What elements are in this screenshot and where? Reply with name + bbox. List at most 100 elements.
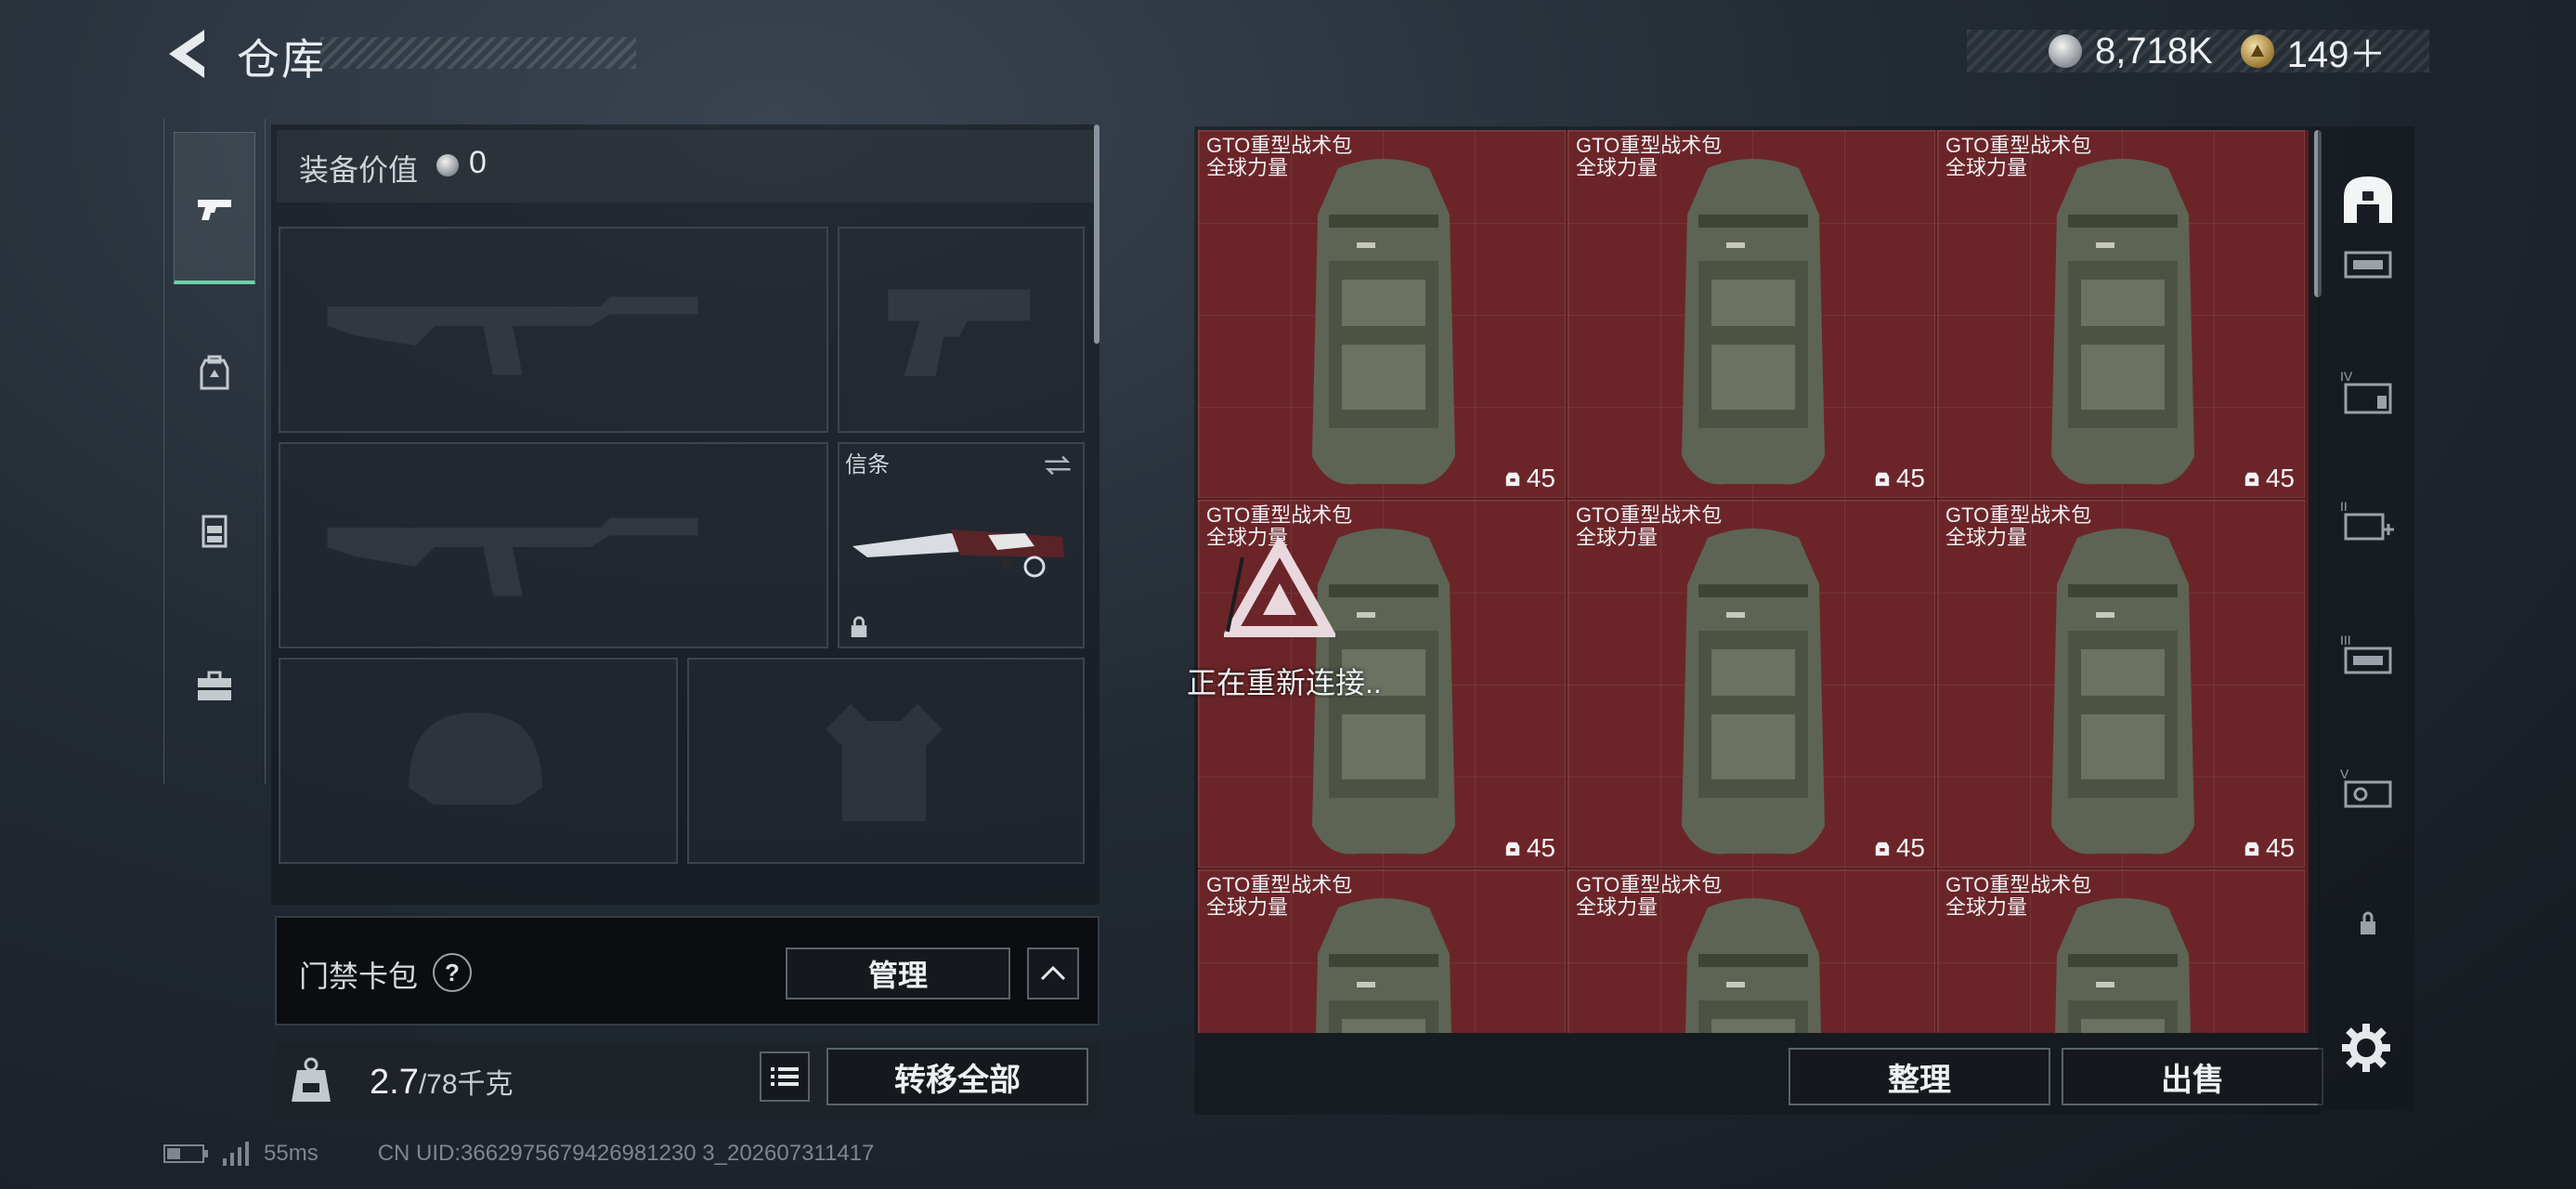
item-brand: 全球力量 bbox=[1945, 156, 2028, 179]
armor-icon bbox=[826, 704, 943, 821]
svg-text:III: III bbox=[2340, 633, 2351, 647]
back-arrow-icon bbox=[169, 30, 204, 78]
backpack-capacity-icon bbox=[1875, 472, 1890, 487]
weight-display: 2.7/78千克 bbox=[370, 1061, 514, 1103]
battery-icon bbox=[163, 1144, 208, 1163]
reconnecting-logo-icon bbox=[1221, 534, 1338, 641]
sidearm-slot[interactable] bbox=[838, 227, 1085, 433]
storage-tab-5[interactable]: V bbox=[2333, 754, 2403, 825]
storage-item[interactable]: GTO重型战术包 全球力量 45 bbox=[1568, 500, 1935, 868]
help-button[interactable]: ? bbox=[433, 953, 472, 992]
pistol-icon bbox=[198, 199, 231, 220]
item-name: GTO重型战术包 bbox=[1945, 873, 2092, 896]
storage-item[interactable]: GTO重型战术包 全球力量 45 bbox=[1198, 130, 1566, 498]
primary-weapon-slot[interactable] bbox=[279, 227, 828, 433]
item-name: GTO重型战术包 bbox=[1576, 134, 1723, 157]
swap-icon[interactable] bbox=[1042, 453, 1073, 477]
item-capacity-value: 45 bbox=[2265, 833, 2295, 862]
sidebar-item-toolbox[interactable] bbox=[174, 609, 255, 762]
storage-tab-2-plus[interactable]: II bbox=[2333, 487, 2403, 557]
chevron-up-icon bbox=[1040, 965, 1066, 981]
storage-tab-4[interactable]: IV bbox=[2333, 357, 2403, 427]
vest-icon bbox=[202, 515, 228, 548]
equipment-value: 0 bbox=[469, 145, 487, 180]
silver-currency-value: 8,718K bbox=[2095, 30, 2213, 72]
page-title: 仓库 bbox=[237, 35, 326, 84]
svg-text:IV: IV bbox=[2340, 369, 2353, 384]
sell-button[interactable]: 出售 bbox=[2062, 1048, 2323, 1105]
storage-item[interactable]: GTO重型战术包 全球力量 bbox=[1937, 869, 2305, 1033]
item-capacity-value: 45 bbox=[1526, 833, 1555, 862]
transfer-all-button[interactable]: 转移全部 bbox=[826, 1048, 1088, 1105]
item-capacity: 45 bbox=[1874, 833, 1925, 863]
tactical-backpack-icon bbox=[2051, 159, 2194, 485]
item-capacity: 45 bbox=[1874, 464, 1925, 493]
sidebar-item-backpack[interactable] bbox=[174, 295, 255, 448]
list-view-button[interactable] bbox=[760, 1052, 810, 1102]
category-sidebar bbox=[163, 119, 266, 784]
backpack-capacity-icon bbox=[1505, 842, 1520, 856]
storage-item[interactable]: GTO重型战术包 全球力量 bbox=[1198, 869, 1566, 1033]
settings-button[interactable] bbox=[2340, 1022, 2392, 1074]
toolbox-icon bbox=[198, 671, 231, 700]
status-bar: 55ms CN UID:3662975679426981230 3_202607… bbox=[163, 1135, 874, 1172]
equipment-value-label: 装备价值 bbox=[299, 153, 419, 187]
assault-rifle-icon bbox=[327, 517, 698, 596]
sort-button[interactable]: 整理 bbox=[1789, 1048, 2050, 1105]
item-name: GTO重型战术包 bbox=[1576, 873, 1723, 896]
tactical-backpack-icon bbox=[2051, 529, 2194, 855]
signal-icon bbox=[223, 1142, 249, 1166]
secondary-weapon-slot[interactable] bbox=[279, 442, 828, 648]
storage-item[interactable]: GTO重型战术包 全球力量 45 bbox=[1937, 130, 2305, 498]
assault-rifle-icon bbox=[327, 296, 698, 375]
item-brand: 全球力量 bbox=[1945, 895, 2028, 919]
tactical-backpack-icon bbox=[1685, 898, 1821, 1033]
backpack-capacity-icon bbox=[2244, 842, 2259, 856]
collapse-button[interactable] bbox=[1027, 947, 1079, 1000]
sidebar-item-vest[interactable] bbox=[174, 453, 255, 606]
keycard-label: 门禁卡包 bbox=[299, 960, 419, 993]
back-button[interactable] bbox=[160, 26, 214, 82]
item-capacity: 45 bbox=[1504, 464, 1555, 493]
gold-coin-icon bbox=[2240, 34, 2274, 68]
storage-tab-locked[interactable] bbox=[2333, 888, 2403, 959]
title-decoration bbox=[320, 37, 636, 69]
item-capacity-value: 45 bbox=[2265, 464, 2295, 492]
svg-text:II: II bbox=[2340, 499, 2348, 514]
gear-icon bbox=[2342, 1024, 2390, 1072]
item-name: GTO重型战术包 bbox=[1945, 503, 2092, 527]
armor-slot[interactable] bbox=[687, 658, 1085, 864]
silver-coin-icon bbox=[436, 154, 459, 176]
item-brand: 全球力量 bbox=[1576, 156, 1659, 179]
item-brand: 全球力量 bbox=[1206, 156, 1289, 179]
item-capacity: 45 bbox=[2244, 833, 2295, 863]
storage-item[interactable]: GTO重型战术包 全球力量 45 bbox=[1568, 130, 1935, 498]
svg-text:V: V bbox=[2340, 766, 2349, 781]
tactical-backpack-icon bbox=[1312, 159, 1455, 485]
manage-button[interactable]: 管理 bbox=[786, 947, 1010, 1000]
list-icon bbox=[771, 1067, 799, 1086]
gold-currency-value[interactable]: 149＋ bbox=[2287, 24, 2387, 78]
storage-home-icon bbox=[2344, 176, 2392, 223]
lock-icon bbox=[851, 616, 867, 637]
item-capacity-value: 45 bbox=[1895, 833, 1925, 862]
item-name: GTO重型战术包 bbox=[1206, 503, 1353, 527]
tactical-backpack-icon bbox=[1682, 159, 1825, 485]
storage-tab-3[interactable]: III bbox=[2333, 621, 2403, 691]
item-capacity-value: 45 bbox=[1526, 464, 1555, 492]
weight-kg-icon bbox=[290, 1055, 332, 1105]
equipment-scrollbar[interactable] bbox=[1094, 124, 1099, 344]
storage-tier-4-icon: IV bbox=[2340, 369, 2392, 414]
helmet-slot[interactable] bbox=[279, 658, 678, 864]
sidebar-item-weapons[interactable] bbox=[174, 132, 255, 284]
storage-tab-home[interactable] bbox=[2333, 163, 2403, 234]
storage-item[interactable]: GTO重型战术包 全球力量 bbox=[1568, 869, 1935, 1033]
storage-tier-5-icon: V bbox=[2340, 766, 2392, 808]
lock-icon bbox=[2361, 911, 2375, 934]
item-brand: 全球力量 bbox=[1945, 526, 2028, 549]
storage-item[interactable]: GTO重型战术包 全球力量 45 bbox=[1937, 500, 2305, 868]
item-name: GTO重型战术包 bbox=[1945, 134, 2092, 157]
silver-coin-icon bbox=[2049, 34, 2082, 68]
storage-tab-2[interactable] bbox=[2333, 230, 2403, 301]
item-name: GTO重型战术包 bbox=[1206, 134, 1353, 157]
